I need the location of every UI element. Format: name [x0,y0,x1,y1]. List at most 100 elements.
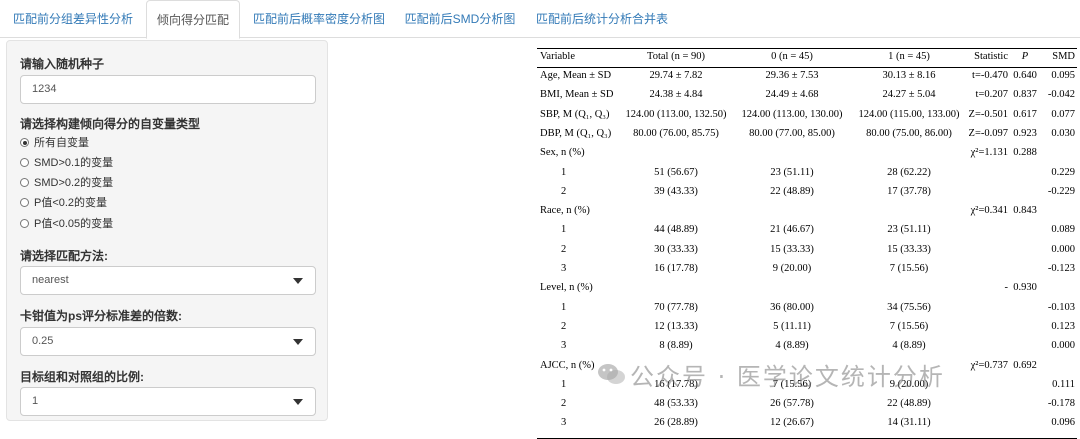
cell-total: 70 (77.78) [654,301,698,313]
header-p: P [1021,51,1029,62]
seed-label: 请输入随机种子 [20,57,105,71]
cell-total: 124.00 (113.00, 132.50) [625,108,727,120]
table-header-rule [537,67,1077,68]
header-group0: 0 (n = 45) [771,51,813,62]
header-group1: 1 (n = 45) [888,51,930,62]
cell-smd: -0.178 [1047,398,1075,410]
radio-p-005[interactable]: P值<0.05的变量 [20,216,113,232]
caret-down-icon [293,339,303,345]
cell-variable: 3 [561,340,567,352]
wechat-icon [598,364,625,384]
method-select[interactable]: nearest [20,266,316,295]
cell-smd: 0.111 [1052,378,1075,390]
cell-group1: 30.13 ± 8.16 [882,70,936,81]
cell-variable: 2 [561,320,567,332]
cell-total: 8 (8.89) [659,340,693,352]
cell-group1: 124.00 (115.00, 133.00) [858,108,960,120]
tab-bar: 匹配前分组差异性分析 倾向得分匹配 匹配前后概率密度分析图 匹配前后SMD分析图… [0,0,1080,39]
cell-group0: 15 (33.33) [770,243,814,255]
cell-variable: Race, n (%) [540,205,590,217]
cell-group0: 5 (11.11) [773,320,811,332]
radio-icon [20,219,29,228]
cell-smd: 0.229 [1051,166,1075,178]
cell-variable: DBP, M (Q₁, Q₃) [540,127,612,139]
cell-total: 24.38 ± 4.84 [649,89,703,101]
radio-p-02[interactable]: P值<0.2的变量 [20,195,107,211]
cell-p: 0.692 [1013,359,1037,371]
cell-smd: 0.096 [1051,417,1075,429]
cell-group1: 28 (62.22) [887,166,931,178]
cell-total: 26 (28.89) [654,417,698,429]
header-total: Total (n = 90) [647,51,705,62]
caliper-label: 卡钳值为ps评分标准差的倍数: [20,309,183,323]
radio-all-vars[interactable]: 所有自变量 [20,135,89,151]
ratio-label: 目标组和对照组的比例: [20,370,144,384]
cell-group0: 24.49 ± 4.68 [765,89,819,101]
cell-variable: Sex, n (%) [540,147,585,159]
cell-group1: 80.00 (75.00, 86.00) [866,127,952,139]
cell-variable: 1 [561,166,567,178]
seed-input[interactable]: 1234 [20,75,316,104]
cell-smd: 0.030 [1051,127,1075,139]
cell-total: 30 (33.33) [654,243,698,255]
cell-group0: 9 (20.00) [772,263,812,274]
cell-group0: 36 (80.00) [770,301,814,313]
tab-smd-plot[interactable]: 匹配前后SMD分析图 [398,0,522,38]
radio-icon [20,178,29,187]
tab-pre-match-diff[interactable]: 匹配前分组差异性分析 [4,0,142,38]
cell-group0: 23 (51.11) [770,166,814,178]
cell-smd: -0.123 [1047,263,1075,274]
cell-p: 0.930 [1013,282,1037,294]
cell-statistic: χ²=0.737 [970,359,1008,371]
cell-variable: 3 [561,417,567,429]
cell-group0: 80.00 (77.00, 85.00) [749,127,835,139]
cell-total: 48 (53.33) [654,398,698,410]
cell-group0: 4 (8.89) [775,340,809,352]
cell-variable: SBP, M (Q₁, Q₃) [540,108,610,120]
radio-checked-icon [20,138,29,147]
cell-statistic: t=-0.470 [972,70,1008,81]
cell-variable: 1 [561,378,567,390]
cell-statistic: - [1004,282,1009,294]
cell-smd: 0.000 [1051,243,1075,255]
cell-p: 0.617 [1013,108,1037,120]
cell-p: 0.640 [1013,70,1037,81]
tab-merged-table[interactable]: 匹配前后统计分析合并表 [526,0,678,38]
cell-smd: 0.000 [1051,340,1075,352]
cell-group1: 22 (48.89) [887,398,931,410]
header-variable: Variable [540,51,575,62]
tab-propensity-match[interactable]: 倾向得分匹配 [146,0,240,39]
cell-variable: Age, Mean ± SD [540,70,612,81]
cell-group1: 7 (15.56) [889,263,929,274]
cell-total: 29.74 ± 7.82 [649,70,703,81]
cell-smd: 0.095 [1051,70,1075,81]
cell-group1: 14 (31.11) [887,417,931,429]
watermark-text: 公众号 · 医学论文统计分析 [630,363,945,391]
cell-p: 0.923 [1013,127,1037,139]
cell-smd: -0.042 [1047,89,1075,101]
cell-total: 39 (43.33) [654,185,698,197]
cell-variable: BMI, Mean ± SD [540,89,614,101]
radio-icon [20,158,29,167]
cell-group1: 7 (15.56) [889,320,929,332]
radio-smd-02[interactable]: SMD>0.2的变量 [20,175,113,191]
tab-density-plot[interactable]: 匹配前后概率密度分析图 [244,0,394,38]
sidebar-panel: 请输入随机种子 1234 请选择构建倾向得分的自变量类型 所有自变量 SMD>0… [6,40,328,421]
cell-p: 0.837 [1013,89,1037,101]
cell-group0: 29.36 ± 7.53 [765,70,819,81]
caret-down-icon [293,399,303,405]
radio-smd-01[interactable]: SMD>0.1的变量 [20,155,113,171]
cell-variable: 1 [561,301,567,313]
caliper-select[interactable]: 0.25 [20,327,316,356]
cell-smd: -0.229 [1047,185,1075,197]
cell-statistic: χ²=0.341 [970,205,1008,217]
cell-group0: 26 (57.78) [770,398,814,410]
cell-statistic: χ²=1.131 [970,147,1008,159]
cell-group0: 22 (48.89) [770,185,814,197]
cell-p: 0.843 [1013,205,1037,217]
method-label: 请选择匹配方法: [20,249,108,263]
header-statistic: Statistic [974,51,1008,62]
ratio-select[interactable]: 1 [20,387,316,416]
cell-total: 16 (17.78) [654,263,698,274]
cell-total: 51 (56.67) [654,166,698,178]
